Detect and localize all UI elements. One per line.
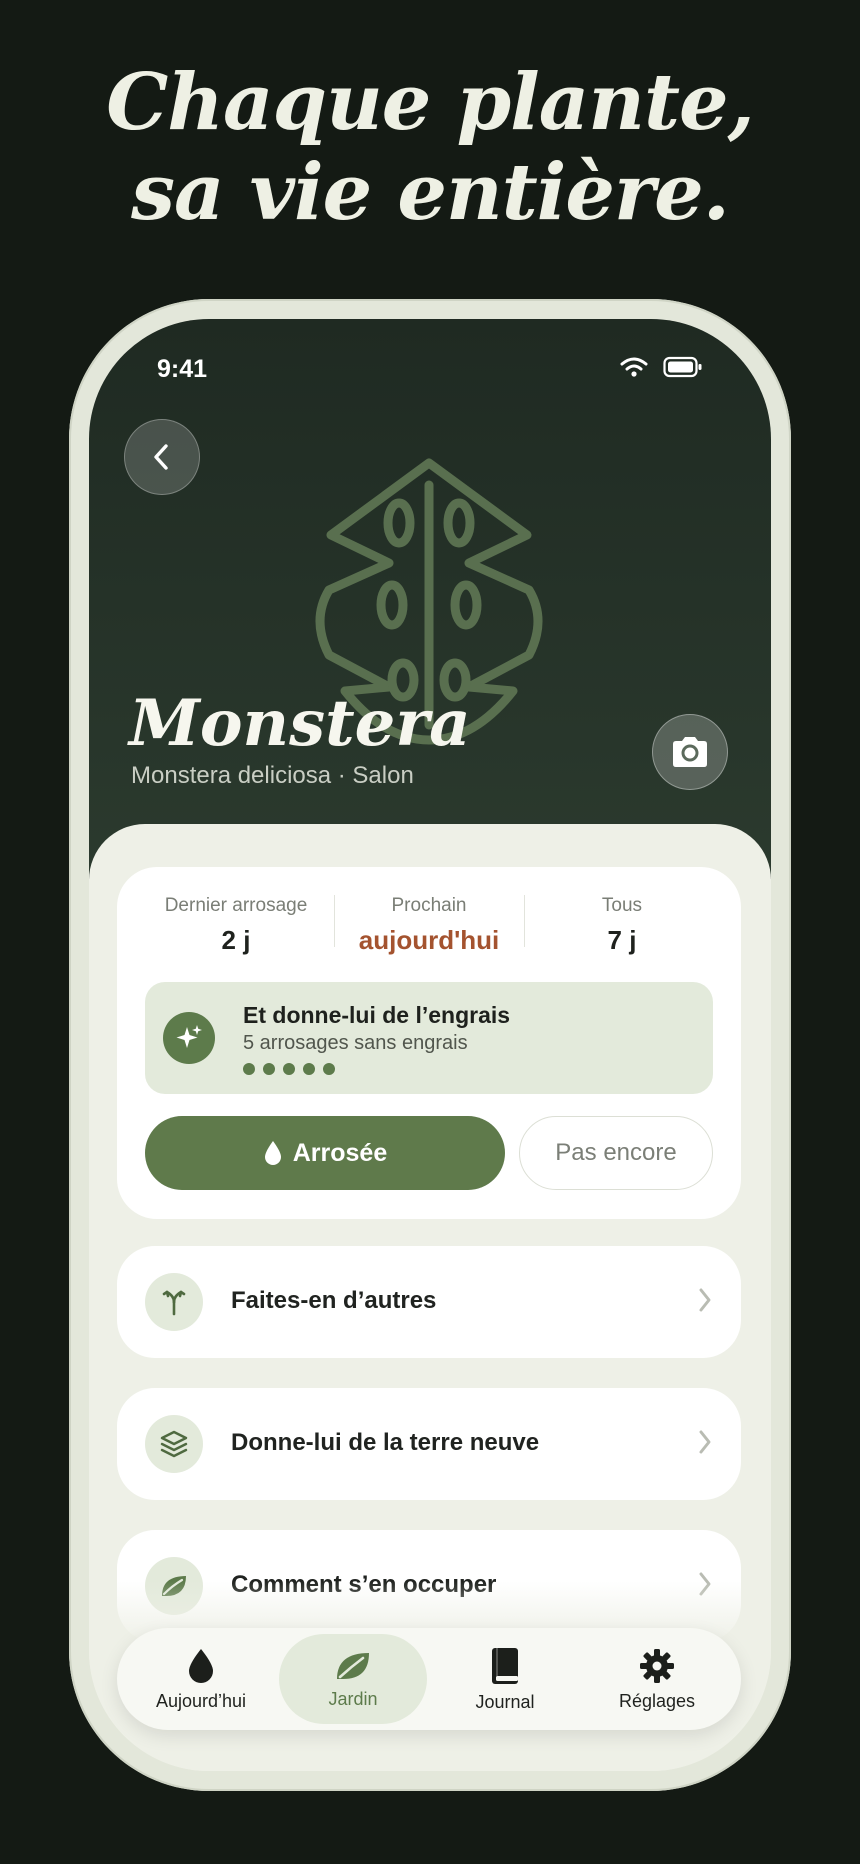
status-time: 9:41 [157, 355, 208, 383]
drop-icon [264, 1141, 281, 1165]
chevron-right-icon [699, 1288, 711, 1312]
chevron-left-icon [154, 444, 168, 470]
drop-icon [189, 1648, 213, 1683]
wifi-icon [620, 357, 648, 377]
reminder-progress-dots [243, 1062, 343, 1076]
stat-value: aujourd'hui [358, 925, 500, 955]
leaf-icon [337, 1652, 369, 1679]
progress-dot [323, 1063, 335, 1075]
reminder-title: Et donne-lui de l’engrais [243, 1002, 511, 1028]
status-icons [619, 355, 705, 381]
tab-label: Aujourd’hui [155, 1690, 247, 1711]
gear-icon [640, 1648, 674, 1683]
tab-journal[interactable]: Journal [431, 1628, 579, 1730]
fertilizer-reminder[interactable]: Et donne-lui de l’engrais 5 arrosages sa… [145, 982, 713, 1094]
row-label: Donne-lui de la terre neuve [231, 1429, 540, 1456]
row-propagate[interactable]: Faites-en d’autres [117, 1246, 741, 1358]
tab-label: Jardin [328, 1688, 378, 1709]
not-yet-button[interactable]: Pas encore [519, 1116, 713, 1190]
watered-button-label: Arrosée [292, 1138, 388, 1167]
headline-line-2: sa vie entière. [131, 147, 730, 238]
sparkles-icon [163, 1012, 215, 1064]
headline-line-1: Chaque plante, [106, 57, 755, 148]
back-button[interactable] [124, 419, 200, 495]
camera-button[interactable] [652, 714, 728, 790]
tab-label: Réglages [618, 1690, 696, 1711]
progress-dot [303, 1063, 315, 1075]
stat-frequency: Tous 7 j [527, 895, 717, 956]
row-repot[interactable]: Donne-lui de la terre neuve [117, 1388, 741, 1500]
progress-dot [263, 1063, 275, 1075]
tab-label: Journal [475, 1691, 535, 1712]
progress-dot [243, 1063, 255, 1075]
not-yet-button-label: Pas encore [555, 1139, 677, 1166]
row-label: Faites-en d’autres [231, 1287, 437, 1314]
layers-icon [145, 1415, 203, 1473]
watered-button[interactable]: Arrosée [145, 1116, 505, 1190]
stat-value: 2 j [221, 925, 251, 955]
propagate-icon [145, 1273, 203, 1331]
stat-next-watering: Prochain aujourd'hui [334, 895, 524, 956]
stat-label: Prochain [391, 895, 467, 916]
stat-divider [524, 895, 525, 947]
watering-stats: Dernier arrosage 2 j Prochain aujourd'hu… [117, 895, 741, 955]
plant-subtitle: Monstera deliciosa · Salon [131, 762, 414, 789]
marketing-headline: Chaque plante, sa vie entière. [0, 58, 860, 238]
stat-label: Dernier arrosage [164, 895, 308, 916]
progress-dot [283, 1063, 295, 1075]
stat-label: Tous [601, 895, 643, 916]
plant-hero: 9:41 Monstera Monstera deliciosa · Salon [89, 319, 771, 879]
plant-name: Monstera [129, 686, 471, 761]
reminder-subtitle: 5 arrosages sans engrais [243, 1032, 468, 1054]
chevron-right-icon [699, 1430, 711, 1454]
tab-settings[interactable]: Réglages [583, 1628, 731, 1730]
watering-card: Dernier arrosage 2 j Prochain aujourd'hu… [117, 867, 741, 1219]
stat-last-watering: Dernier arrosage 2 j [141, 895, 331, 956]
tab-bar: Aujourd’hui Jardin Journal Réglages [117, 1628, 741, 1730]
camera-icon [673, 737, 707, 767]
tab-today[interactable]: Aujourd’hui [127, 1628, 275, 1730]
phone-screen: 9:41 Monstera Monstera deliciosa · Salon… [89, 319, 771, 1771]
battery-icon [663, 356, 702, 378]
book-icon [492, 1647, 518, 1684]
tab-garden[interactable]: Jardin [279, 1634, 427, 1724]
stat-value: 7 j [607, 925, 637, 955]
